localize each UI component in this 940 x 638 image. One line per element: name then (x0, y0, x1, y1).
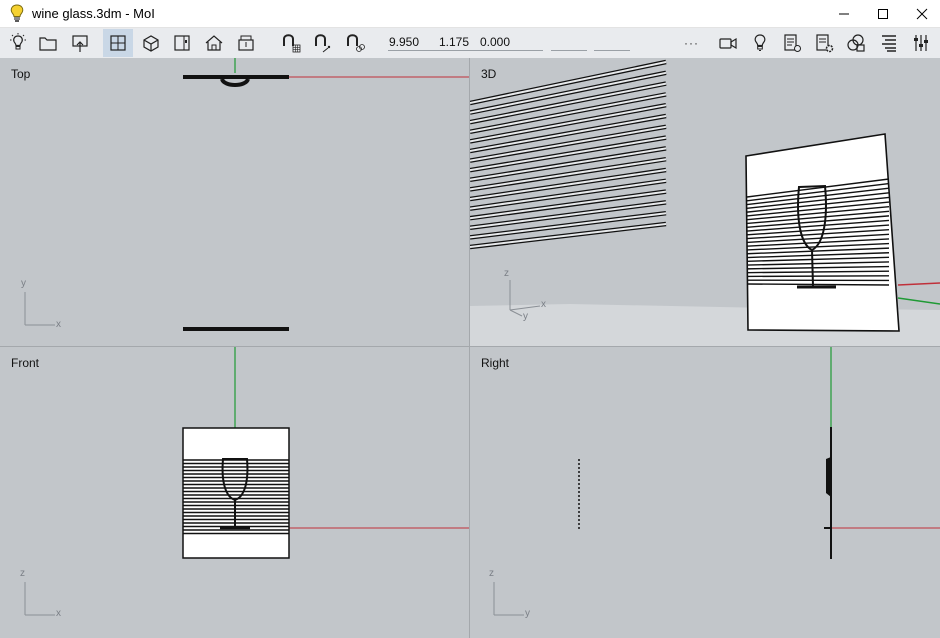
axis-indicator (24, 582, 55, 616)
open-folder-icon (39, 37, 57, 51)
axis-label-x: x (56, 319, 61, 330)
stripe (746, 283, 890, 286)
options-icon (816, 34, 834, 53)
coord-y-readout[interactable]: 1.175 (439, 35, 469, 49)
minimize-button[interactable] (827, 0, 861, 27)
slat-highlight (470, 82, 667, 124)
viewport-divider-vertical[interactable] (469, 58, 470, 638)
export-icon (72, 35, 88, 52)
slat-highlight (470, 93, 667, 133)
3d-view-button[interactable] (136, 29, 166, 57)
axis-indicator (493, 582, 524, 616)
top-viewport-canvas (24, 58, 469, 331)
top-viewport[interactable]: Top y x (0, 58, 469, 346)
shapes-button[interactable] (841, 29, 871, 57)
viewport-divider-horizontal[interactable] (0, 346, 940, 347)
y-axis-line (897, 297, 940, 305)
glass-base-top (220, 77, 250, 87)
four-view-button[interactable] (103, 29, 133, 57)
maximize-icon (878, 8, 888, 19)
coord-underline (388, 50, 543, 51)
plane-edge-bottom (183, 327, 289, 331)
export-button[interactable] (65, 29, 95, 57)
object-snap-button[interactable] (307, 29, 337, 57)
camera-button[interactable] (713, 29, 743, 57)
grid-snap-icon (283, 34, 301, 53)
lightbulb-icon (754, 34, 766, 51)
3d-viewport-label[interactable]: 3D (481, 67, 496, 81)
angle-field[interactable] (594, 50, 630, 51)
home-view-icon (205, 35, 223, 51)
align-icon (882, 35, 896, 52)
window-title: wine glass.3dm - MoI (32, 6, 155, 21)
object-snap-icon (315, 34, 331, 53)
front-viewport-label[interactable]: Front (11, 356, 39, 370)
right-viewport-label[interactable]: Right (481, 356, 509, 370)
four-view-icon (110, 35, 126, 51)
main-toolbar: 9.950 1.175 0.000 ··· (0, 28, 940, 58)
minimize-icon (839, 13, 849, 14)
plane-edge-top (183, 75, 289, 79)
top-viewport-label[interactable]: Top (11, 67, 30, 81)
close-button[interactable] (905, 0, 939, 27)
wine-glass-right (826, 457, 831, 497)
maximize-button[interactable] (866, 0, 900, 27)
close-icon (916, 8, 928, 19)
options-button[interactable] (809, 29, 839, 57)
lightbulb-icon (10, 4, 24, 22)
lighting-button[interactable] (745, 29, 775, 57)
settings-sliders-icon (914, 35, 928, 51)
align-button[interactable] (874, 29, 904, 57)
axis-label-z: z (504, 268, 509, 279)
coord-x-readout[interactable]: 9.950 (389, 35, 419, 49)
front-viewport-canvas (24, 347, 469, 616)
split-view-button[interactable] (167, 29, 197, 57)
axis-label-y: y (523, 311, 528, 322)
axis-label-x: x (541, 299, 546, 310)
stripe (746, 275, 890, 278)
distance-field[interactable] (551, 50, 587, 51)
slat-highlight (470, 61, 667, 104)
grid-snap-button[interactable] (276, 29, 306, 57)
background-slats (470, 59, 667, 250)
more-options-button[interactable]: ··· (684, 36, 699, 50)
box-view-button[interactable] (231, 29, 261, 57)
home-view-button[interactable] (199, 29, 229, 57)
camera-icon (719, 37, 737, 50)
settings-sliders-button[interactable] (906, 29, 936, 57)
axis-label-z: z (20, 568, 25, 579)
axis-label-y: y (525, 608, 530, 619)
straight-snap-icon (347, 34, 365, 52)
3d-view-icon (143, 35, 159, 52)
coord-z-readout[interactable]: 0.000 (480, 35, 510, 49)
box-view-icon (238, 35, 254, 51)
front-viewport[interactable]: Front z x (0, 347, 469, 638)
right-viewport[interactable]: Right z y (470, 347, 940, 638)
axis-label-x: x (56, 608, 61, 619)
axis-label-y: y (21, 278, 26, 289)
lightbulb-menu-icon (10, 33, 26, 50)
right-viewport-canvas (493, 347, 940, 616)
image-plane-front (182, 427, 290, 559)
shapes-icon (847, 34, 865, 52)
lightbulb-menu-button[interactable] (3, 29, 33, 57)
slat-highlight (470, 71, 667, 114)
title-bar: wine glass.3dm - MoI (0, 0, 940, 28)
3d-viewport[interactable]: 3D z x y (470, 58, 940, 346)
script-icon (784, 34, 801, 52)
open-file-button[interactable] (33, 29, 63, 57)
split-view-icon (174, 35, 190, 51)
axis-indicator (24, 292, 55, 326)
x-axis-line (897, 282, 940, 286)
script-button[interactable] (777, 29, 807, 57)
straight-snap-button[interactable] (340, 29, 370, 57)
axis-label-z: z (489, 568, 494, 579)
